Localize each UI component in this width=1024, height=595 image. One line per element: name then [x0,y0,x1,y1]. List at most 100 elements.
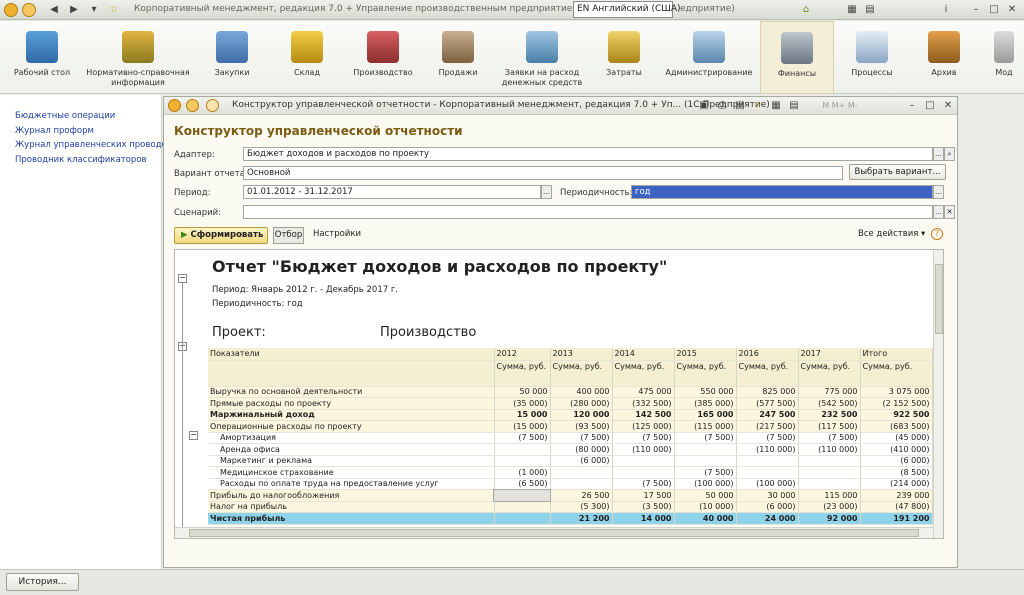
section-desktop[interactable]: Рабочий стол [10,21,74,94]
section-archive[interactable]: Архив [912,21,976,94]
filter-button[interactable]: Отбор [273,227,304,244]
section-purchases[interactable]: Закупки [200,21,264,94]
star-icon[interactable]: ☆ [752,99,764,112]
report-sheet[interactable]: − − − Отчет "Бюджет доходов и расходов п… [174,249,944,539]
variant-label: Вариант отчета: [174,169,248,179]
sidebar-item-classifier-explorer[interactable]: Проводник классификаторов [0,153,161,168]
generate-report-button[interactable]: ▶ Сформировать [174,227,268,244]
active-cell[interactable] [493,488,551,502]
cell-value: (8 500) [860,466,933,479]
table-row[interactable]: Налог на прибыль (5 300) (3 500) (10 000… [208,501,933,513]
variant-field[interactable]: Основной [243,166,843,180]
calendar-win-icon[interactable]: ▦ [770,99,782,112]
cell-value: 775 000 [798,386,861,398]
scenario-select-button[interactable]: … [933,205,944,219]
table-row[interactable]: Аренда офиса (80 000) (110 000) (110 000… [208,443,933,456]
delivery-icon [442,31,474,63]
report-period: Период: Январь 2012 г. - Декабрь 2017 г. [212,285,399,295]
language-indicator[interactable]: EN Английский (США) [573,1,681,18]
cell-value: (23 000) [798,501,861,513]
table-row[interactable]: Расходы по оплате труда на предоставлени… [208,478,933,490]
section-sales[interactable]: Продажи [426,21,490,94]
section-warehouse[interactable]: Склад [275,21,339,94]
table-row[interactable]: Медицинское страхование (1 000) (7 500) … [208,466,933,479]
row-label: Чистая прибыль [208,512,495,525]
periodicity-select-button[interactable]: … [933,185,944,199]
window-minimize-icon[interactable]: – [906,99,918,112]
section-more[interactable]: Мод [984,21,1024,94]
table-row[interactable]: Прямые расходы по проекту (35 000) (280 … [208,397,933,410]
periodicity-field[interactable]: год [631,185,933,199]
window-dropdown-icon[interactable] [206,99,219,112]
favorite-icon[interactable]: ☆ [108,3,120,16]
section-processes[interactable]: Процессы [840,21,904,94]
forward-icon[interactable]: ▶ [68,3,80,16]
window-close-icon[interactable]: ✕ [942,99,954,112]
cell-value: (110 000) [798,443,861,456]
calc-win-icon[interactable]: ▤ [788,99,800,112]
select-variant-button[interactable]: Выбрать вариант... [849,164,946,180]
print-icon[interactable]: ⎙ [716,99,728,112]
save-icon[interactable]: ▣ [698,99,710,112]
section-administration[interactable]: Администрирование [664,21,754,94]
project-label: Проект: [212,325,266,340]
adapter-field[interactable]: Бюджет доходов и расходов по проекту [243,147,933,161]
horizontal-scrollbar[interactable] [175,527,933,538]
window-menu-icon[interactable] [186,99,199,112]
help-icon[interactable]: ? [931,228,943,240]
cell-value: (410 000) [860,443,933,456]
home-icon[interactable]: ⌂ [800,3,812,16]
info-icon[interactable]: i [940,3,952,16]
period-select-button[interactable]: … [541,185,552,199]
1c-logo-icon[interactable] [4,3,18,17]
collapse-group-icon[interactable]: − [189,431,198,440]
table-row[interactable]: Выручка по основной деятельности 50 000 … [208,386,933,398]
section-reference-info[interactable]: Нормативно-справочная информация [84,21,192,94]
window-maximize-icon[interactable]: □ [924,99,936,112]
vertical-scroll-thumb[interactable] [935,264,943,334]
minimize-icon[interactable]: – [970,3,982,16]
collapse-group-icon[interactable]: − [178,274,187,283]
maximize-icon[interactable]: □ [988,3,1000,16]
column-header: 2012 [494,348,551,361]
preview-icon[interactable]: ▤ [734,99,746,112]
clipboard-icon [526,31,558,63]
back-icon[interactable]: ◀ [48,3,60,16]
vertical-scrollbar[interactable] [933,250,943,538]
cell-value: (93 500) [550,420,613,433]
table-row[interactable]: Маржинальный доход 15 000 120 000 142 50… [208,409,933,421]
sidebar-item-proforma-journal[interactable]: Журнал проформ [0,124,161,139]
adapter-label: Адаптер: [174,150,215,160]
scenario-clear-icon[interactable]: ✕ [944,205,955,219]
adapter-select-button[interactable]: … [933,147,944,161]
table-row[interactable]: Маркетинг и реклама (6 000) (6 000) [208,455,933,467]
section-finance[interactable]: Финансы [760,21,834,94]
close-icon[interactable]: ✕ [1006,3,1018,16]
history-button[interactable]: История... [6,573,79,591]
calculator-icon[interactable]: ▤ [864,3,876,16]
table-row[interactable]: Операционные расходы по проекту (15 000)… [208,420,933,433]
cell-value: (3 500) [612,501,675,513]
settings-button[interactable]: Настройки [313,229,361,239]
period-field[interactable]: 01.01.2012 - 31.12.2017 [243,185,541,199]
history-dropdown-icon[interactable]: ▾ [88,3,100,16]
column-subheader: Сумма, руб. [550,360,613,387]
sidebar-item-management-entries[interactable]: Журнал управленческих проводок [0,138,172,153]
adapter-search-icon[interactable]: ⌕ [944,147,955,161]
table-row[interactable]: Прибыль до налогообложения 26 500 17 500… [208,488,933,502]
cell-value: 30 000 [736,489,799,502]
sidebar-item-budget-operations[interactable]: Бюджетные операции [0,109,161,124]
scenario-field[interactable] [243,205,933,219]
calendar-icon[interactable]: ▦ [846,3,858,16]
all-actions-menu[interactable]: Все действия ▾ [858,229,925,239]
table-row[interactable]: Амортизация (7 500) (7 500) (7 500) (7 5… [208,432,933,444]
cell-value: 475 000 [612,386,675,398]
section-production[interactable]: Производство [348,21,418,94]
memory-icons[interactable]: M M+ M- [810,99,870,112]
section-cash-requests[interactable]: Заявки на расход денежных средств [498,21,586,94]
section-costs[interactable]: Затраты [592,21,656,94]
coins-icon [608,31,640,63]
table-row-total[interactable]: Чистая прибыль 21 200 14 000 40 000 24 0… [208,512,933,525]
main-menu-icon[interactable] [22,3,36,17]
horizontal-scroll-thumb[interactable] [189,529,919,537]
